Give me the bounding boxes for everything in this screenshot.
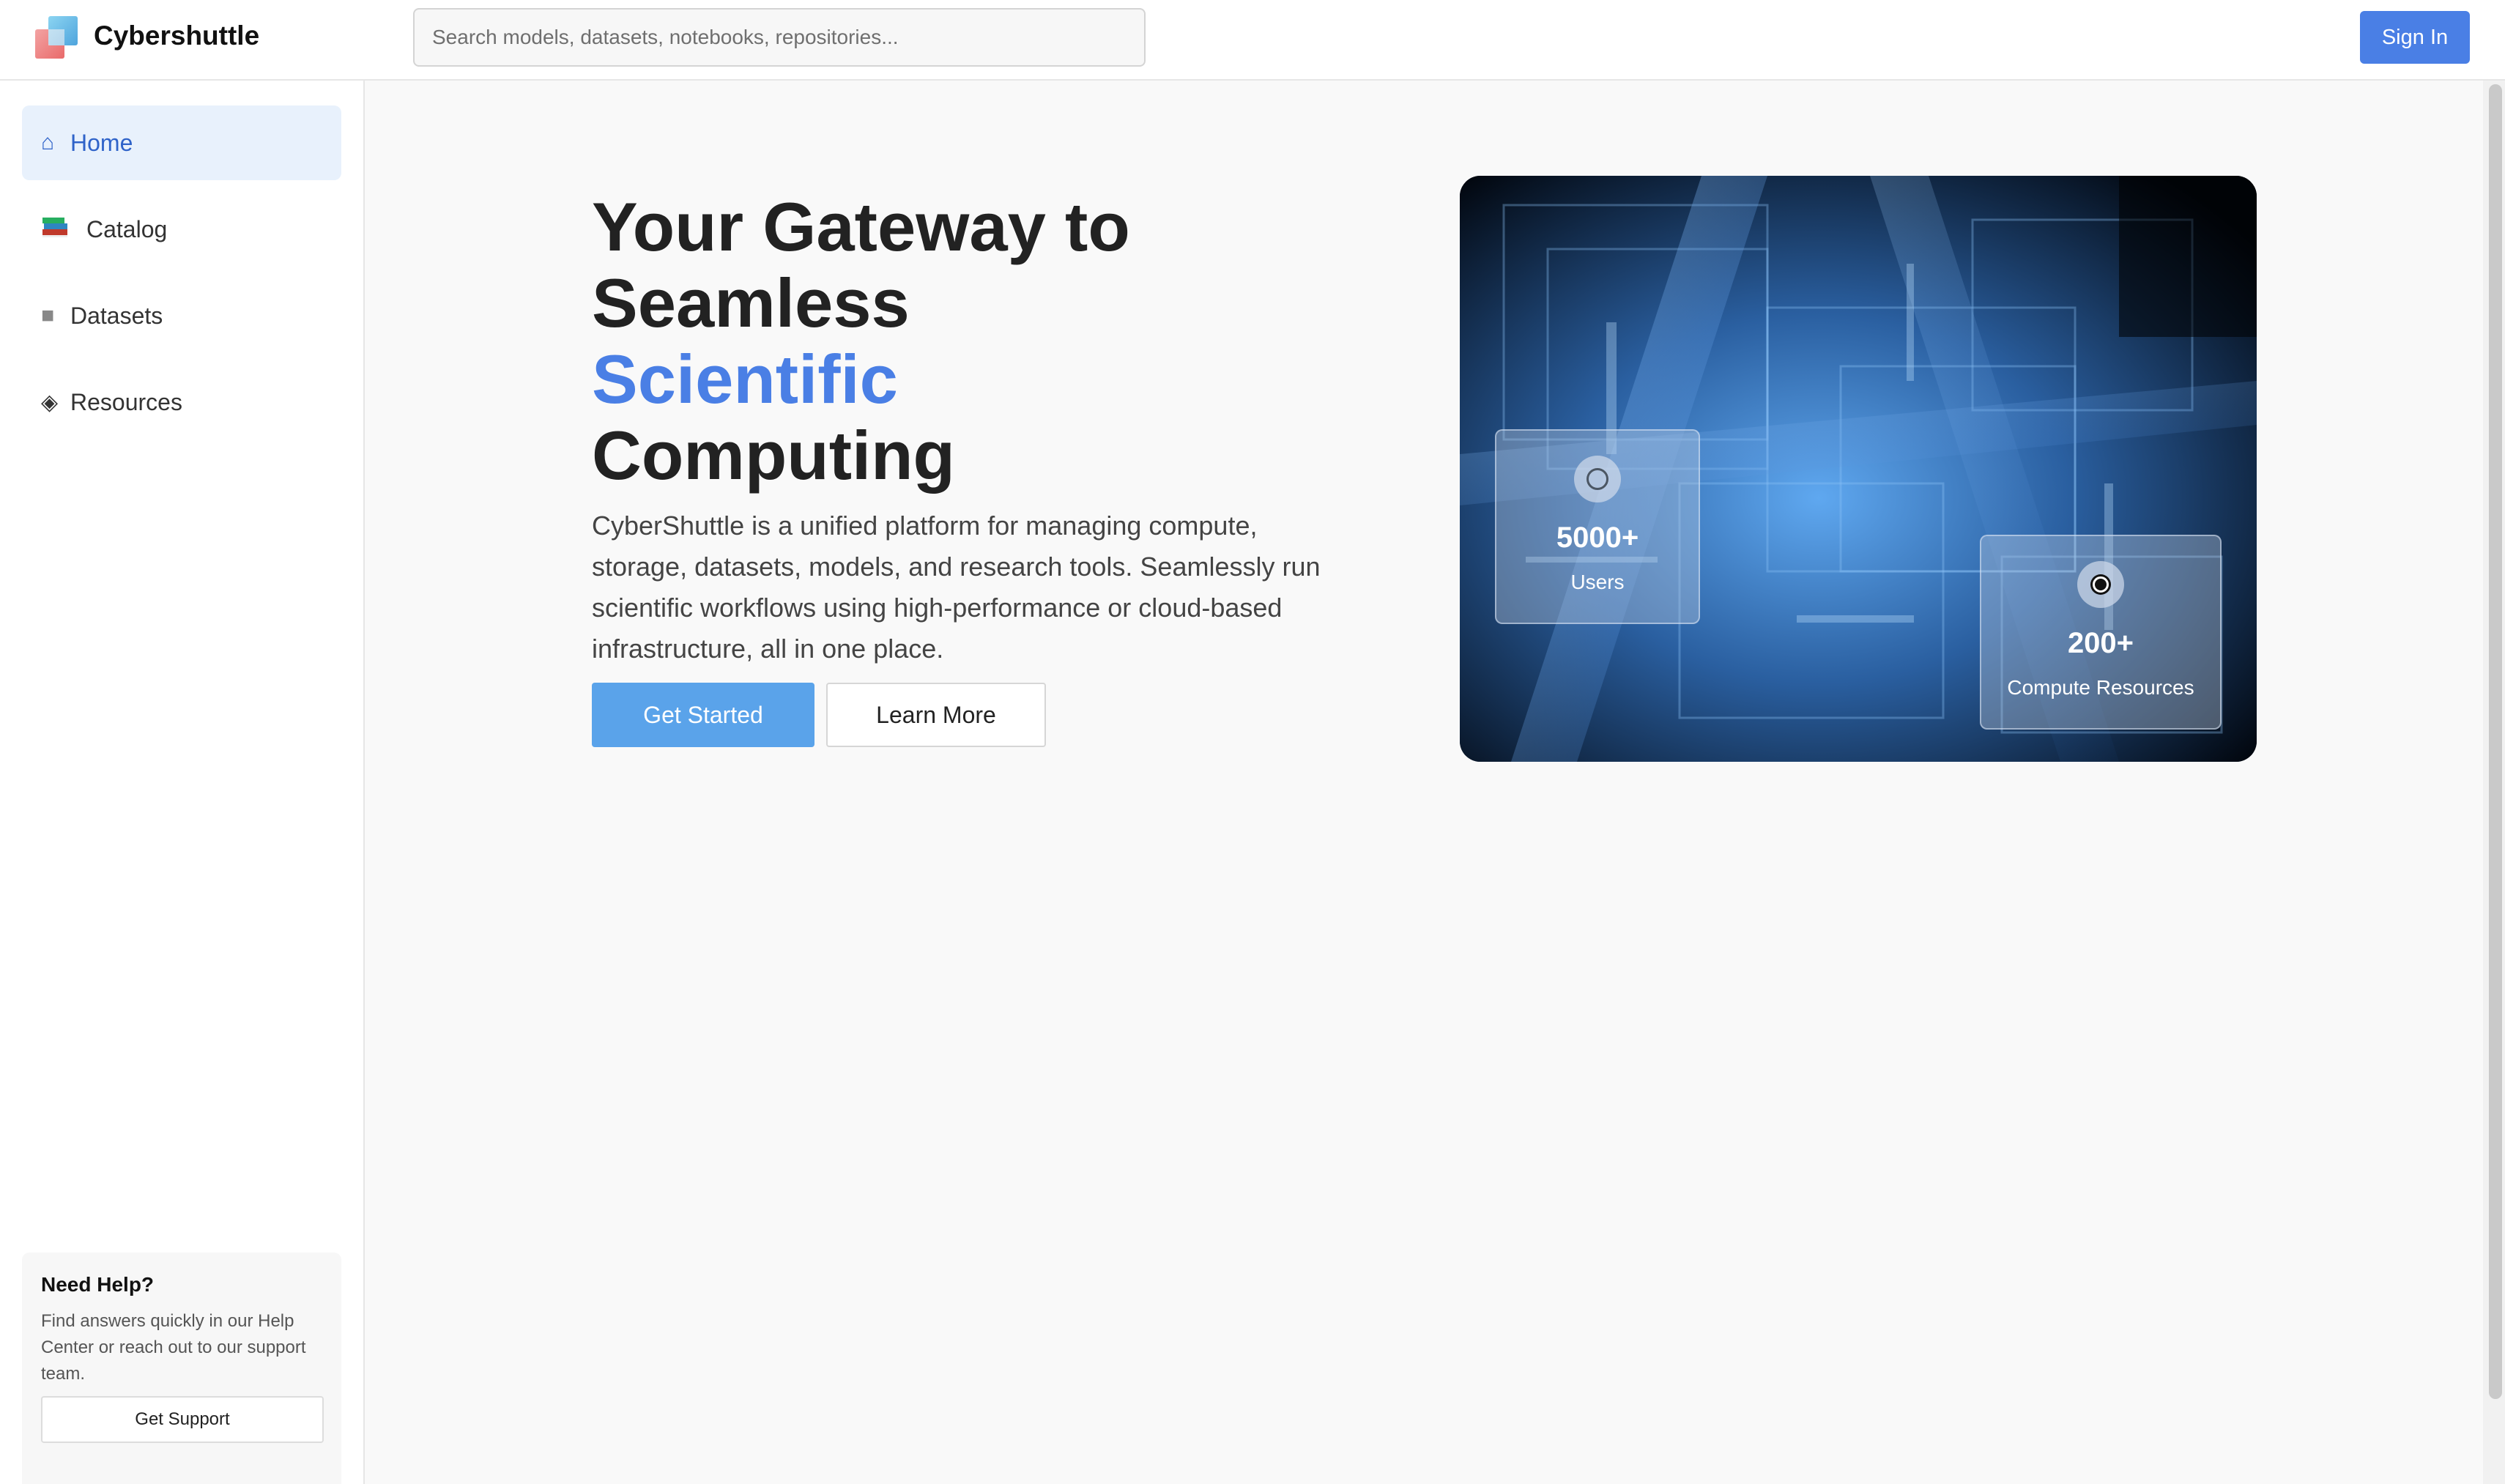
sidebar-item-label: Datasets (70, 302, 163, 329)
page-scrollbar-thumb[interactable] (2489, 84, 2502, 1399)
books-icon (41, 213, 86, 245)
hero-title-line: Computing (592, 417, 955, 494)
help-card: Need Help? Find answers quickly in our H… (22, 1253, 341, 1484)
brand-name[interactable]: Cybershuttle (94, 21, 259, 51)
sidebar-item-home[interactable]: ⌂ Home (22, 105, 341, 180)
cybershuttle-logo[interactable] (35, 16, 79, 60)
stat-card-compute: 200+ Compute Resources (1980, 535, 2222, 730)
stat-value: 5000+ (1556, 522, 1639, 554)
help-text: Find answers quickly in our Help Center … (41, 1311, 306, 1384)
hero-title-line: Seamless (592, 264, 910, 341)
help-title: Need Help? (41, 1273, 155, 1296)
square-icon: ■ (41, 303, 55, 327)
search-input[interactable] (413, 8, 1146, 67)
sign-in-button[interactable]: Sign In (2360, 11, 2470, 64)
sidebar-item-datasets[interactable]: ■ Datasets (22, 278, 341, 353)
get-support-button[interactable]: Get Support (41, 1396, 324, 1443)
home-icon: ⌂ (41, 130, 55, 155)
sidebar-item-label: Catalog (86, 215, 168, 242)
stat-card-users: 5000+ Users (1495, 429, 1700, 624)
circle-icon (1574, 456, 1621, 502)
sidebar-item-label: Home (70, 129, 133, 156)
hero-image: 5000+ Users 200+ Compute Resources (1460, 176, 2257, 762)
stat-value: 200+ (2067, 627, 2134, 659)
hero-title-accent: Scientific (592, 341, 898, 418)
diamond-icon: ◈ (41, 390, 59, 415)
hero-description: CyberShuttle is a unified platform for m… (592, 511, 1321, 664)
stat-label: Users (1570, 571, 1625, 593)
sidebar-item-label: Resources (70, 388, 182, 415)
get-started-button[interactable]: Get Started (592, 683, 814, 747)
radio-dot-icon (2077, 561, 2124, 608)
sidebar-item-catalog[interactable]: Catalog (22, 192, 341, 267)
hero-title: Your Gateway to Seamless Scientific Comp… (592, 189, 1324, 494)
top-header: Cybershuttle Sign In (0, 0, 2505, 81)
stat-label: Compute Resources (2007, 676, 2194, 699)
sidebar-item-resources[interactable]: ◈ Resources (22, 365, 341, 439)
sidebar: ⌂ Home Catalog ■ Datasets ◈ Resources Ne… (0, 81, 365, 1484)
learn-more-button[interactable]: Learn More (826, 683, 1046, 747)
hero-title-line: Your Gateway to (592, 188, 1130, 265)
